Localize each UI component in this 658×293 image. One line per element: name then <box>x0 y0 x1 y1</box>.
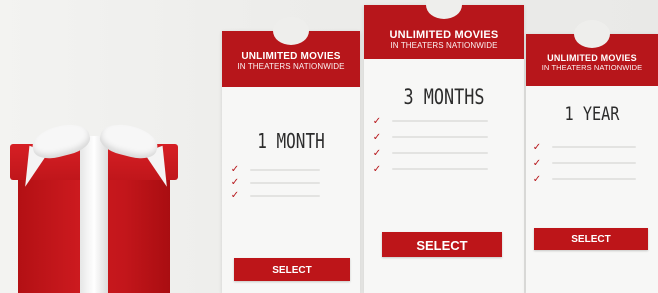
feature-text <box>392 152 488 154</box>
card-subtitle: IN THEATERS NATIONWIDE <box>237 62 345 71</box>
card-header: UNLIMITED MOVIES IN THEATERS NATIONWIDE <box>222 17 360 87</box>
checkmark-icon: ✓ <box>532 141 542 153</box>
plan-duration: 1 MONTH <box>257 129 325 153</box>
feature-text <box>250 181 320 184</box>
gift-ribbon <box>80 136 108 293</box>
feature-text <box>552 162 636 164</box>
checkmark-icon: ✓ <box>532 157 542 169</box>
gift-box-icon <box>10 119 180 293</box>
card-header: UNLIMITED MOVIES IN THEATERS NATIONWIDE <box>526 20 658 86</box>
card-notch <box>426 0 462 19</box>
card-notch <box>574 20 610 48</box>
feature-list: ✓ ✓ ✓ ✓ <box>364 113 524 177</box>
feature-list: ✓ ✓ ✓ <box>526 139 658 187</box>
feature-item: ✓ <box>526 155 658 171</box>
feature-item: ✓ <box>222 189 360 202</box>
select-1-year-button[interactable]: SELECT <box>534 228 648 250</box>
card-title: UNLIMITED MOVIES <box>241 51 341 62</box>
feature-item: ✓ <box>364 129 524 145</box>
checkmark-icon: ✓ <box>532 173 542 185</box>
feature-item: ✓ <box>364 145 524 161</box>
plan-duration: 3 MONTHS <box>403 85 485 109</box>
card-notch <box>273 17 309 45</box>
card-header: UNLIMITED MOVIES IN THEATERS NATIONWIDE <box>364 0 524 59</box>
checkmark-icon: ✓ <box>372 131 382 143</box>
feature-list: ✓ ✓ ✓ <box>222 163 360 202</box>
checkmark-icon: ✓ <box>230 164 240 175</box>
checkmark-icon: ✓ <box>372 163 382 175</box>
feature-text <box>392 136 488 138</box>
feature-item: ✓ <box>222 176 360 189</box>
feature-text <box>392 168 488 170</box>
pricing-card-1-year: UNLIMITED MOVIES IN THEATERS NATIONWIDE … <box>526 20 658 293</box>
checkmark-icon: ✓ <box>372 115 382 127</box>
card-title: UNLIMITED MOVIES <box>389 29 499 41</box>
feature-item: ✓ <box>364 113 524 129</box>
card-title: UNLIMITED MOVIES <box>547 53 637 63</box>
feature-text <box>250 168 320 171</box>
plan-duration: 1 YEAR <box>564 103 620 125</box>
feature-text <box>552 178 636 180</box>
feature-item: ✓ <box>222 163 360 176</box>
checkmark-icon: ✓ <box>372 147 382 159</box>
checkmark-icon: ✓ <box>230 177 240 188</box>
pricing-card-3-months: UNLIMITED MOVIES IN THEATERS NATIONWIDE … <box>364 0 524 293</box>
card-subtitle: IN THEATERS NATIONWIDE <box>541 63 643 72</box>
feature-item: ✓ <box>526 171 658 187</box>
pricing-card-1-month: UNLIMITED MOVIES IN THEATERS NATIONWIDE … <box>222 17 360 293</box>
select-3-months-button[interactable]: SELECT <box>382 232 502 257</box>
feature-text <box>250 194 320 197</box>
checkmark-icon: ✓ <box>230 190 240 201</box>
select-1-month-button[interactable]: SELECT <box>234 258 350 281</box>
feature-item: ✓ <box>364 161 524 177</box>
feature-item: ✓ <box>526 139 658 155</box>
feature-text <box>392 120 488 122</box>
card-subtitle: IN THEATERS NATIONWIDE <box>390 41 498 50</box>
feature-text <box>552 146 636 148</box>
